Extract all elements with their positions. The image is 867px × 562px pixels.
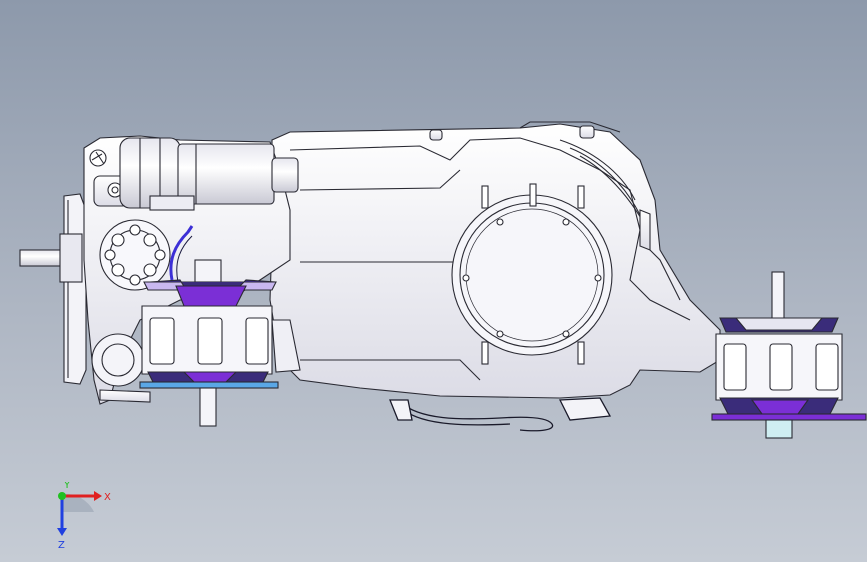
x-axis-label: X (104, 492, 111, 503)
gearbox-assembly-model[interactable] (0, 0, 867, 562)
cad-viewport[interactable]: X Y Z (0, 0, 867, 562)
actuator-cylinder (119, 137, 299, 211)
z-axis-label: Z (58, 540, 65, 551)
y-axis-arrow (58, 492, 66, 500)
coordinate-triad[interactable]: X Y Z (44, 482, 124, 552)
y-axis-label: Y (63, 482, 71, 491)
underside-hose (389, 397, 612, 432)
front-plate (19, 193, 87, 385)
right-engine-mount (711, 271, 867, 439)
